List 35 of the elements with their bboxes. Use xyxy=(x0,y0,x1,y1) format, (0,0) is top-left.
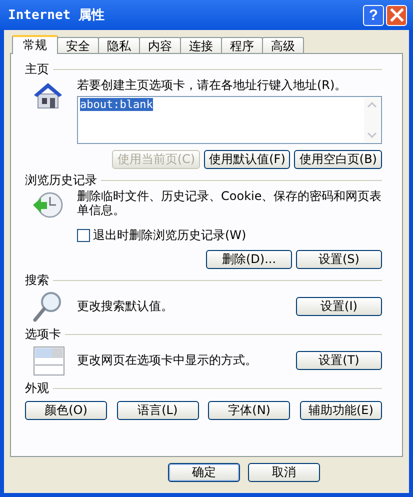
address-field[interactable]: about:blank xyxy=(77,96,382,144)
tab[interactable]: 隐私 xyxy=(98,37,140,53)
history-button[interactable]: 删除(D)... xyxy=(206,250,292,269)
description-text: 更改网页在选项卡中显示的方式。 xyxy=(77,353,258,367)
section-heading: 外观 xyxy=(25,380,49,396)
description-text: 删除临时文件、历史记录、Cookie、保存的密码和网页表单信息。 xyxy=(77,189,382,217)
dialog-button[interactable]: 确定 xyxy=(168,463,240,482)
tab[interactable]: 连接 xyxy=(180,37,222,53)
tab[interactable]: 程序 xyxy=(221,37,263,53)
section-heading: 主页 xyxy=(25,60,49,78)
close-icon xyxy=(390,8,404,22)
tab[interactable]: 安全 xyxy=(57,37,99,53)
appearance-button[interactable]: 语言(L) xyxy=(116,401,199,420)
description-text: 更改搜索默认值。 xyxy=(77,299,174,313)
tabs-settings-button[interactable]: 设置(T) xyxy=(296,350,382,370)
home-page-button[interactable]: 使用空白页(B) xyxy=(294,150,382,169)
appearance-button[interactable]: 颜色(O) xyxy=(25,401,107,420)
section-heading: 浏览历史记录 xyxy=(25,172,97,188)
help-button[interactable]: ? xyxy=(363,4,384,26)
tab[interactable]: 内容 xyxy=(139,37,181,53)
scrollbar[interactable] xyxy=(364,98,380,142)
home-page-button[interactable]: 使用默认值(F) xyxy=(204,150,290,169)
tab[interactable]: 常规 xyxy=(12,35,58,54)
tab[interactable]: 高级 xyxy=(262,37,304,53)
section-heading: 选项卡 xyxy=(25,326,61,342)
section-heading: 搜索 xyxy=(25,272,49,288)
history-button[interactable]: 设置(S) xyxy=(296,250,382,269)
appearance-button[interactable]: 辅助功能(E) xyxy=(300,401,382,420)
delete-on-exit-checkbox[interactable]: 退出时删除浏览历史记录(W) xyxy=(77,227,382,244)
search-settings-button[interactable]: 设置(I) xyxy=(296,296,382,316)
appearance-button[interactable]: 字体(N) xyxy=(208,401,290,420)
close-button[interactable] xyxy=(386,4,407,26)
instruction-text: 若要创建主页选项卡，请在各地址行键入地址(R)。 xyxy=(77,78,348,92)
window-title: Internet 属性 xyxy=(8,7,104,24)
dialog-button[interactable]: 取消 xyxy=(248,463,320,482)
